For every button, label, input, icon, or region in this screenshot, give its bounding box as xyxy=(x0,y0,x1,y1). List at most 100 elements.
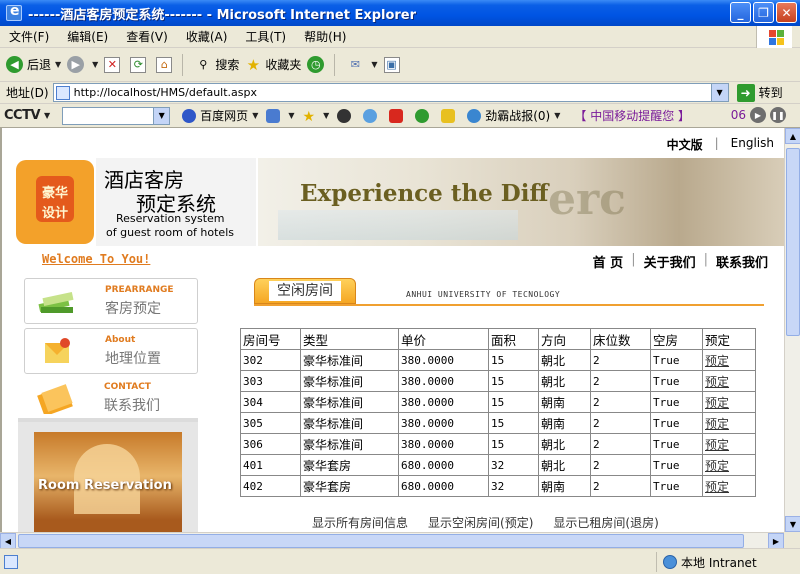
cell-beds: 2 xyxy=(590,349,651,371)
reserve-link[interactable]: 预定 xyxy=(705,396,729,410)
address-bar: 地址(D) http://localhost/HMS/default.aspx … xyxy=(0,82,800,104)
go-button[interactable]: ➜ 转到 xyxy=(736,83,783,102)
col-reserve: 预定 xyxy=(702,328,756,350)
show-rented-rooms-link[interactable]: 显示已租房间(退房) xyxy=(553,514,658,531)
lang-en-link[interactable]: English xyxy=(731,136,774,153)
chevron-down-icon[interactable]: ▼ xyxy=(554,111,560,120)
pause-icon[interactable]: ❚❚ xyxy=(770,107,786,123)
history-button[interactable]: ◷ xyxy=(307,56,328,73)
close-button[interactable]: ✕ xyxy=(776,2,797,23)
vertical-scroll-thumb[interactable] xyxy=(786,148,800,336)
cell-beds: 2 xyxy=(590,412,651,434)
horizontal-scroll-thumb[interactable] xyxy=(18,534,744,548)
banner-slogan: Experience the Diff xyxy=(300,180,549,207)
chevron-down-icon[interactable]: ▼ xyxy=(154,106,171,125)
globe-icon xyxy=(663,555,677,569)
lang-separator: | xyxy=(714,136,719,150)
menu-edit[interactable]: 编辑(E) xyxy=(58,28,117,45)
tv-button[interactable]: ▼ xyxy=(266,108,295,123)
vertical-scrollbar[interactable]: ▲ ▼ xyxy=(784,128,800,532)
cctv-logo[interactable]: CCTV xyxy=(4,108,41,123)
contact-button[interactable]: CONTACT 联系我们 xyxy=(24,376,198,422)
scroll-down-icon[interactable]: ▼ xyxy=(785,516,800,532)
reserve-link[interactable]: 预定 xyxy=(705,459,729,473)
cell-vacant: True xyxy=(650,475,703,497)
bottom-links: 显示所有房间信息 显示空闲房间(预定) 显示已租房间(退房) xyxy=(312,514,659,531)
standard-toolbar: ◀ 后退 ▼ ▶ ▼ ✕ ⟳ ⌂ ⚲ 搜索 ★ 收藏夹 ◷ ✉ ▼ ▣ xyxy=(0,48,800,82)
ball-button[interactable] xyxy=(337,108,355,123)
cell-type: 豪华标准间 xyxy=(300,391,399,413)
check-button[interactable] xyxy=(415,108,433,123)
reserve-link[interactable]: 预定 xyxy=(705,480,729,494)
tab-available-rooms: 空闲房间 xyxy=(254,278,356,304)
people-button[interactable] xyxy=(363,108,381,123)
home-button[interactable]: ⌂ xyxy=(156,56,176,73)
baidu-button[interactable]: 百度网页 ▼ xyxy=(182,107,258,124)
menu-view[interactable]: 查看(V) xyxy=(117,28,177,45)
lang-cn-link[interactable]: 中文版 xyxy=(667,136,703,153)
mail-button[interactable]: ✉ ▼ xyxy=(347,57,378,73)
show-all-rooms-link[interactable]: 显示所有房间信息 xyxy=(312,514,408,531)
cell-direction: 朝南 xyxy=(538,475,591,497)
reserve-room-button[interactable]: PREARRANGE 客房预定 xyxy=(24,278,198,324)
scroll-right-icon[interactable]: ▶ xyxy=(768,533,784,549)
scroll-up-icon[interactable]: ▲ xyxy=(785,128,800,144)
refresh-button[interactable]: ⟳ xyxy=(130,56,150,73)
pencil-icon xyxy=(441,108,456,123)
menu-file[interactable]: 文件(F) xyxy=(0,28,58,45)
reserve-link[interactable]: 预定 xyxy=(705,354,729,368)
chevron-down-icon[interactable]: ▼ xyxy=(371,60,377,69)
eleven-button[interactable] xyxy=(389,108,407,123)
chevron-down-icon[interactable]: ▼ xyxy=(323,111,329,120)
promo-text[interactable]: 【 中国移动提醒您 】 xyxy=(574,107,690,124)
cell-room-no: 401 xyxy=(240,454,301,476)
cell-room-no: 302 xyxy=(240,349,301,371)
pool-image xyxy=(278,210,518,240)
reserve-link[interactable]: 预定 xyxy=(705,438,729,452)
table-row: 401 豪华套房 680.0000 32 朝北 2 True 预定 xyxy=(240,454,756,476)
menu-favorites[interactable]: 收藏(A) xyxy=(177,28,237,45)
scroll-left-icon[interactable]: ◀ xyxy=(0,533,16,549)
search-button[interactable]: ⚲ 搜索 xyxy=(195,56,239,73)
chevron-down-icon[interactable]: ▼ xyxy=(288,111,294,120)
chevron-down-icon[interactable]: ▼ xyxy=(55,60,61,69)
reserve-link[interactable]: 预定 xyxy=(705,375,729,389)
nav-about[interactable]: 关于我们 xyxy=(638,252,702,271)
toolbar-separator xyxy=(334,53,336,76)
cctv-search-input[interactable] xyxy=(62,106,155,125)
chevron-down-icon[interactable]: ▼ xyxy=(252,111,258,120)
address-input[interactable]: http://localhost/HMS/default.aspx ▼ xyxy=(52,83,729,102)
menu-tools[interactable]: 工具(T) xyxy=(236,28,295,45)
show-vacant-rooms-link[interactable]: 显示空闲房间(预定) xyxy=(428,514,533,531)
location-button[interactable]: About 地理位置 xyxy=(24,328,198,374)
chevron-down-icon[interactable]: ▼ xyxy=(710,84,728,101)
address-value[interactable]: http://localhost/HMS/default.aspx xyxy=(74,86,711,99)
cell-beds: 2 xyxy=(590,433,651,455)
menu-help[interactable]: 帮助(H) xyxy=(295,28,355,45)
cell-area: 15 xyxy=(488,433,539,455)
nav-home[interactable]: 首 页 xyxy=(587,252,630,271)
favorites-button[interactable]: ★ 收藏夹 xyxy=(245,56,302,74)
pencil-button[interactable] xyxy=(441,108,459,123)
nav-contact[interactable]: 联系我们 xyxy=(710,252,774,271)
horizontal-scrollbar[interactable]: ◀ ▶ xyxy=(0,532,784,549)
chevron-down-icon[interactable]: ▼ xyxy=(92,60,98,69)
game-report-button[interactable]: 劲霸战报(0) ▼ xyxy=(467,107,560,124)
address-label: 地址(D) xyxy=(6,86,49,100)
star-button[interactable]: ★ ▼ xyxy=(303,109,330,125)
back-arrow-icon: ◀ xyxy=(6,56,23,73)
col-room-no: 房间号 xyxy=(240,328,301,350)
col-direction: 方向 xyxy=(538,328,591,350)
maximize-button[interactable]: ❐ xyxy=(753,2,774,23)
back-button[interactable]: ◀ 后退 ▼ xyxy=(6,56,61,73)
cell-area: 15 xyxy=(488,391,539,413)
chevron-down-icon[interactable]: ▼ xyxy=(44,111,50,120)
minimize-button[interactable]: _ xyxy=(730,2,751,23)
forward-button[interactable]: ▶ ▼ xyxy=(67,56,98,73)
print-button[interactable]: ▣ xyxy=(383,56,404,73)
play-icon[interactable]: ▶ xyxy=(750,107,766,123)
cell-room-no: 303 xyxy=(240,370,301,392)
cell-reserve: 预定 xyxy=(702,349,756,371)
reserve-link[interactable]: 预定 xyxy=(705,417,729,431)
stop-button[interactable]: ✕ xyxy=(104,56,124,73)
